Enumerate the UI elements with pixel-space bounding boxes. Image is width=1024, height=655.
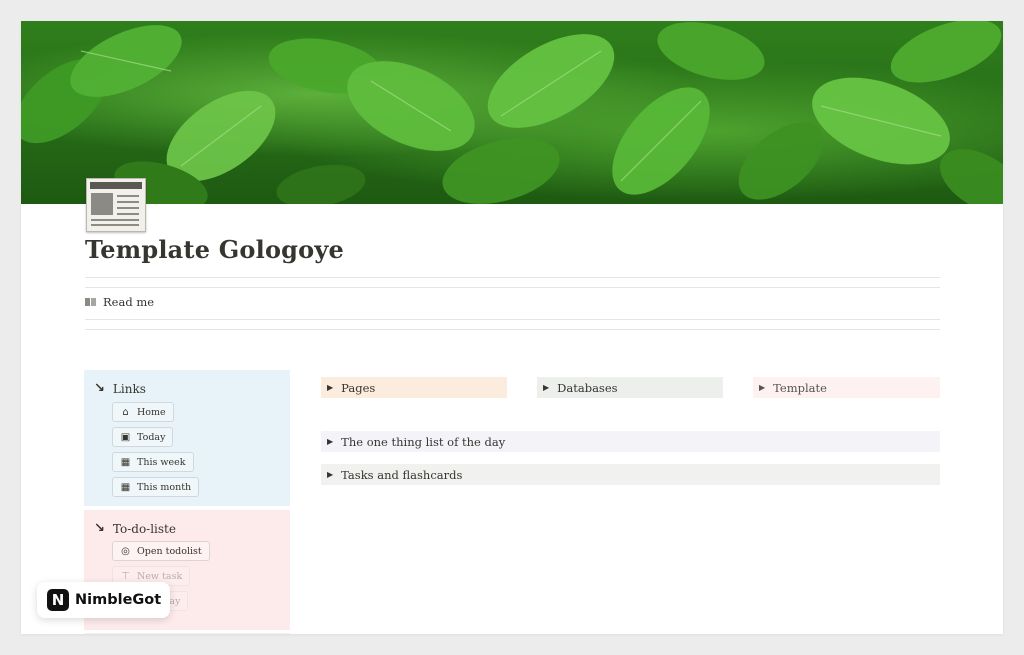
notion-page: Template Gologoye Read me ↘ Links ⌂ Home…: [21, 21, 1003, 634]
callout: [84, 633, 290, 634]
link-label: This week: [137, 456, 186, 468]
link-this-week[interactable]: ▦ This week: [112, 452, 194, 472]
pin-icon: ⊤: [121, 570, 130, 582]
button-label: Open todolist: [137, 545, 202, 557]
triangle-right-icon[interactable]: ▶: [327, 470, 333, 479]
nimblegot-logo: N: [47, 589, 69, 611]
link-label: Today: [137, 431, 166, 443]
read-me-link[interactable]: Read me: [85, 295, 154, 309]
toggle-one-thing-list[interactable]: ▶ The one thing list of the day: [321, 431, 940, 452]
link-home[interactable]: ⌂ Home: [112, 402, 174, 422]
arrow-down-right-icon: ↘: [94, 381, 105, 396]
link-this-month[interactable]: ▦ This month: [112, 477, 200, 497]
open-todolist-button[interactable]: ◎ Open todolist: [112, 541, 210, 561]
calendar-icon: ▦: [120, 481, 131, 493]
divider: [85, 319, 940, 320]
calendar-icon: ▦: [120, 456, 131, 468]
calendar-today-icon: ▣: [120, 431, 131, 443]
triangle-right-icon[interactable]: ▶: [759, 383, 765, 392]
nimblegot-badge: N NimbleGot: [37, 582, 170, 618]
toggle-pages[interactable]: ▶ Pages: [321, 377, 507, 398]
divider: [85, 287, 940, 288]
house-icon: ⌂: [122, 406, 129, 418]
page-title[interactable]: Template Gologoye: [85, 235, 344, 264]
newspaper-masthead: [90, 182, 142, 189]
links-callout: ↘ Links ⌂ Home ▣ Today ▦ This week ▦ Thi…: [84, 370, 290, 506]
link-today[interactable]: ▣ Today: [112, 427, 174, 447]
link-label: Home: [137, 406, 166, 418]
target-icon: ◎: [121, 545, 130, 557]
newspaper-icon[interactable]: [86, 178, 146, 232]
toggle-label: Pages: [341, 380, 376, 395]
read-me-label: Read me: [103, 295, 155, 309]
toggle-databases[interactable]: ▶ Databases: [537, 377, 723, 398]
divider: [85, 329, 940, 330]
leaves-illustration: [21, 21, 1003, 204]
badge-label: NimbleGot: [75, 592, 162, 608]
triangle-right-icon[interactable]: ▶: [327, 437, 333, 446]
toggle-label: The one thing list of the day: [341, 434, 506, 449]
book-icon: [85, 297, 97, 307]
cover-image[interactable]: [21, 21, 1003, 204]
callout-title: Links: [112, 381, 146, 396]
callout-title: To-do-liste: [112, 521, 176, 536]
divider: [85, 277, 940, 278]
triangle-right-icon[interactable]: ▶: [543, 383, 549, 392]
toggle-template[interactable]: ▶ Template: [753, 377, 940, 398]
arrow-down-right-icon: ↘: [94, 521, 105, 536]
toggle-tasks-flashcards[interactable]: ▶ Tasks and flashcards: [321, 464, 940, 485]
link-label: This month: [137, 481, 192, 493]
triangle-right-icon[interactable]: ▶: [327, 383, 333, 392]
toggle-label: Template: [773, 380, 827, 395]
toggle-label: Databases: [557, 380, 618, 395]
button-label: New task: [137, 570, 183, 582]
toggle-label: Tasks and flashcards: [341, 467, 463, 482]
